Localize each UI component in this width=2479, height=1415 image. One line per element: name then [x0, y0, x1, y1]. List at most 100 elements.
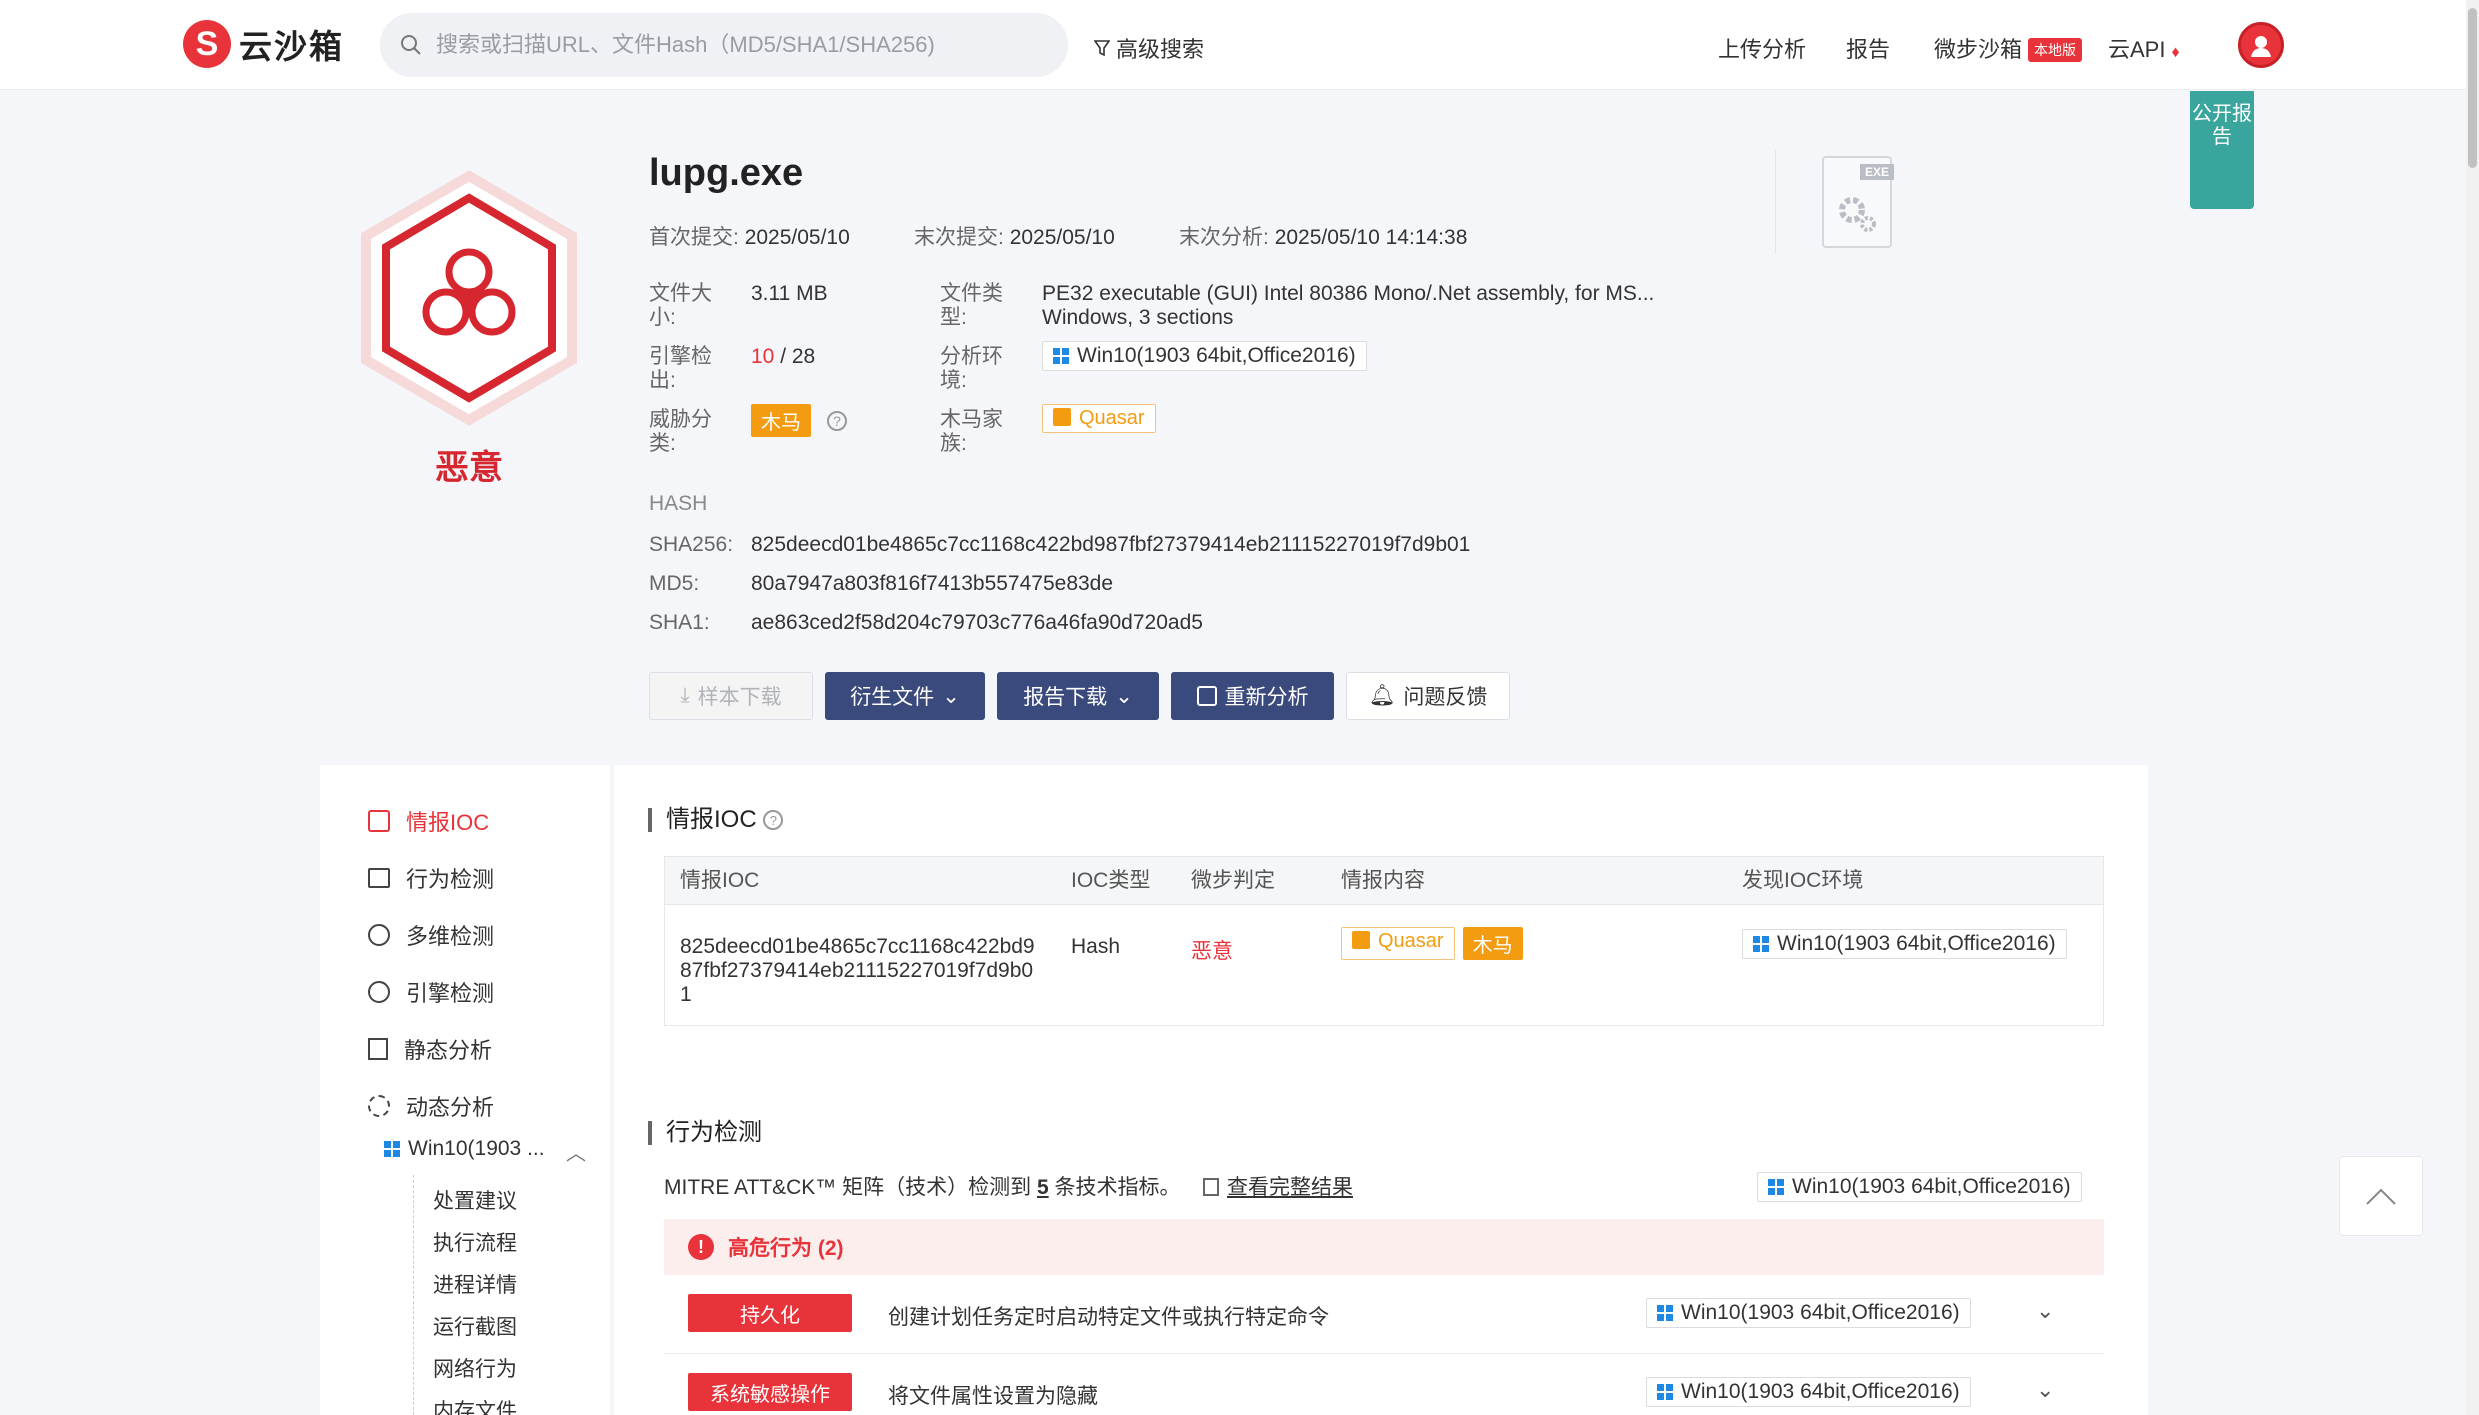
- avatar[interactable]: [2238, 22, 2284, 68]
- chevron-up-icon[interactable]: ︿: [566, 1137, 586, 1166]
- derived-files-button[interactable]: 衍生文件 ⌄: [825, 672, 985, 720]
- mitre-summary: MITRE ATT&CK™ 矩阵（技术）检测到 5 条技术指标。: [664, 1171, 1181, 1201]
- search-input[interactable]: [436, 32, 1036, 58]
- high-risk-label: 高危行为 (2): [728, 1237, 844, 1260]
- chart-icon: [368, 868, 390, 888]
- ioc-env: Win10(1903 64bit,Office2016): [1742, 929, 2067, 959]
- reanalyze-button[interactable]: 重新分析: [1171, 672, 1334, 720]
- help-icon[interactable]: ?: [763, 810, 784, 830]
- behavior-tag: 持久化: [688, 1294, 852, 1332]
- size-label: 文件大小:: [649, 282, 712, 329]
- report-download-label: 报告下载: [1023, 686, 1108, 709]
- windows-icon: [1657, 1384, 1673, 1400]
- search-box[interactable]: [380, 13, 1068, 77]
- env-tag-box: Win10(1903 64bit,Office2016): [1646, 1298, 1971, 1328]
- download-icon: ⤓: [680, 684, 690, 707]
- behavior-tag: 系统敏感操作: [688, 1373, 852, 1411]
- top-header: S 云沙箱 高级搜索 上传分析 报告 微步沙箱本地版 云API ♦: [0, 0, 2466, 90]
- sidebar-sub-item[interactable]: 网络行为: [433, 1353, 517, 1383]
- row-divider: [664, 1353, 2104, 1354]
- last-submit-label: 末次提交:: [914, 226, 1004, 249]
- public-report-tab[interactable]: 公开报告: [2190, 91, 2254, 209]
- sidebar-item-multi[interactable]: 多维检测: [368, 919, 494, 951]
- env-tag-text: Win10(1903 64bit,Office2016): [1792, 1175, 2071, 1198]
- chevron-down-icon[interactable]: ⌄: [2036, 1298, 2054, 1324]
- sidebar-item-label: 行为检测: [406, 867, 495, 892]
- env-tag-box: Win10(1903 64bit,Office2016): [1042, 341, 1367, 371]
- ioc-title-text: 情报IOC: [666, 806, 757, 833]
- sidebar-env-item[interactable]: Win10(1903 ...: [384, 1137, 545, 1161]
- back-to-top-button[interactable]: [2339, 1156, 2423, 1236]
- ioc-value[interactable]: 825deecd01be4865c7cc1168c422bd987fbf2737…: [680, 935, 1035, 1007]
- reanalyze-label: 重新分析: [1224, 686, 1309, 709]
- cycle-icon: [368, 1095, 390, 1117]
- mitre-prefix: MITRE ATT&CK™ 矩阵（技术）检测到: [664, 1176, 1032, 1199]
- sidebar-env-label: Win10(1903 ...: [408, 1137, 545, 1160]
- high-risk-bar[interactable]: ! 高危行为 (2): [664, 1219, 2104, 1275]
- engine-value: 10 / 28: [751, 345, 815, 369]
- help-icon[interactable]: ?: [827, 410, 847, 431]
- ioc-intel: Quasar 木马: [1341, 927, 1523, 960]
- first-submit: 首次提交: 2025/05/10: [649, 221, 850, 251]
- search-icon: [401, 35, 421, 55]
- verdict-label: 恶意: [435, 449, 503, 487]
- sidebar-item-static[interactable]: 静态分析: [368, 1033, 492, 1065]
- ioc-verdict: 恶意: [1191, 940, 1233, 963]
- nav-sandbox[interactable]: 微步沙箱 本地版: [1934, 32, 2083, 64]
- engine-label: 引擎检出:: [649, 345, 712, 392]
- family-label: 木马家族:: [940, 408, 1003, 455]
- engine-hits: 10: [751, 345, 775, 368]
- sidebar-sub-item[interactable]: 进程详情: [433, 1269, 517, 1299]
- type-label: 文件类型:: [940, 282, 1003, 329]
- mitre-suffix: 条技术指标。: [1054, 1176, 1181, 1199]
- col-header: 情报内容: [1341, 869, 1425, 892]
- sidebar-sub-item[interactable]: 处置建议: [433, 1185, 517, 1215]
- sidebar-sub-item[interactable]: 内存文件: [433, 1395, 517, 1415]
- behavior-row-env: Win10(1903 64bit,Office2016): [1646, 1298, 1971, 1328]
- behavior-env: Win10(1903 64bit,Office2016): [1757, 1172, 2082, 1202]
- md5-value[interactable]: 80a7947a803f816f7413b557475e83de: [751, 572, 1113, 596]
- trojan-icon: [1352, 931, 1370, 949]
- sample-download-label: 样本下载: [697, 686, 782, 709]
- sample-download-button[interactable]: ⤓ 样本下载: [649, 672, 813, 720]
- report-download-button[interactable]: 报告下载 ⌄: [997, 672, 1159, 720]
- sidebar-sub-item[interactable]: 执行流程: [433, 1227, 517, 1257]
- logo[interactable]: S 云沙箱: [183, 20, 344, 68]
- logo-text: 云沙箱: [239, 28, 344, 65]
- ioc-table: 情报IOC IOC类型 微步判定 情报内容 发现IOC环境 825deecd01…: [664, 856, 2104, 1026]
- size-value: 3.11 MB: [751, 282, 828, 305]
- threat-value: 木马 ?: [751, 404, 847, 437]
- sidebar-item-dynamic[interactable]: 动态分析: [368, 1090, 494, 1122]
- feedback-button[interactable]: 🔔︎ 问题反馈: [1346, 672, 1510, 720]
- sha256-label: SHA256:: [649, 533, 734, 556]
- sidebar-item-behavior[interactable]: 行为检测: [368, 862, 494, 894]
- behavior-row-env: Win10(1903 64bit,Office2016): [1646, 1377, 1971, 1407]
- last-submit-value: 2025/05/10: [1009, 226, 1115, 249]
- scrollbar-thumb[interactable]: [2468, 8, 2477, 168]
- nav-report[interactable]: 报告: [1846, 32, 1890, 64]
- alert-icon: !: [688, 1234, 714, 1260]
- logo-icon: S: [183, 20, 231, 68]
- col-header: 情报IOC: [680, 869, 760, 892]
- nav-upload[interactable]: 上传分析: [1718, 32, 1806, 64]
- type-value: PE32 executable (GUI) Intel 80386 Mono/.…: [1042, 282, 1655, 329]
- sha256-value[interactable]: 825deecd01be4865c7cc1168c422bd987fbf2737…: [751, 533, 1470, 557]
- scrollbar[interactable]: [2466, 0, 2479, 1415]
- radar-icon: [368, 924, 390, 946]
- nav-cloud-api[interactable]: 云API ♦: [2108, 32, 2180, 64]
- sidebar-item-ioc[interactable]: 情报IOC: [368, 805, 489, 837]
- sha1-value[interactable]: ae863ced2f58d204c79703c776a46fa90d720ad5: [751, 611, 1203, 635]
- family-tag-text: Quasar: [1079, 407, 1145, 429]
- sidebar-item-label: 静态分析: [404, 1038, 493, 1063]
- sidebar: 情报IOC 行为检测 多维检测 引擎检测 静态分析 动态分析 Win10(190…: [320, 765, 610, 1415]
- ioc-type: Hash: [1071, 935, 1121, 958]
- flame-icon: ♦: [2171, 44, 2180, 61]
- bell-icon: 🔔︎: [1368, 684, 1396, 707]
- advanced-search-link[interactable]: 高级搜索: [1094, 32, 1204, 64]
- env-tag-text: Win10(1903 64bit,Office2016): [1681, 1380, 1960, 1403]
- view-full-link[interactable]: 查看完整结果: [1203, 1171, 1353, 1201]
- sidebar-sub-item[interactable]: 运行截图: [433, 1311, 517, 1341]
- threat-label: 威胁分类:: [649, 408, 712, 455]
- chevron-down-icon[interactable]: ⌄: [2036, 1377, 2054, 1403]
- sidebar-item-engine[interactable]: 引擎检测: [368, 976, 494, 1008]
